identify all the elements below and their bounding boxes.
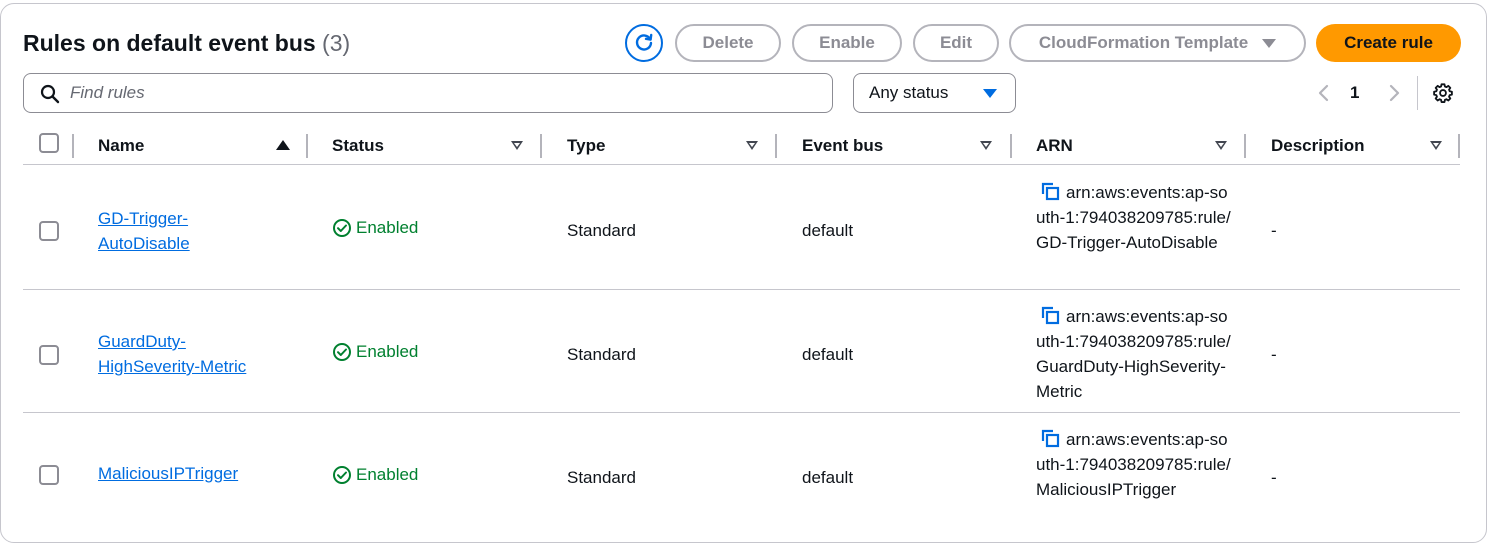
sort-ascending-icon[interactable]: [276, 140, 290, 150]
status-check-icon: [333, 466, 351, 484]
arn-text: arn:aws:events:ap-south-1:794038209785:r…: [1036, 430, 1231, 499]
column-divider: [1010, 134, 1012, 158]
enable-button[interactable]: Enable: [792, 24, 902, 62]
sort-descending-icon[interactable]: [980, 141, 992, 150]
rules-panel: Rules on default event bus (3) Delete En…: [0, 3, 1487, 543]
event-bus-cell: default: [802, 221, 854, 240]
refresh-button[interactable]: [625, 24, 663, 62]
type-cell: Standard: [567, 345, 636, 364]
column-header-type[interactable]: Type: [567, 136, 605, 156]
column-header-arn[interactable]: ARN: [1036, 136, 1073, 156]
chevron-left-icon[interactable]: [1315, 83, 1333, 103]
status-filter-value: Any status: [869, 83, 949, 102]
status-cell: Enabled: [332, 342, 418, 362]
table-row: MaliciousIPTrigger Enabled Standard defa…: [1, 413, 1488, 537]
row-checkbox[interactable]: [39, 465, 59, 485]
description-cell: -: [1271, 468, 1277, 487]
page-title: Rules on default event bus (3): [23, 30, 350, 57]
type-cell: Standard: [567, 221, 636, 240]
sort-descending-icon[interactable]: [511, 141, 523, 150]
cloudformation-template-button[interactable]: CloudFormation Template: [1009, 24, 1306, 62]
column-divider: [1458, 134, 1460, 158]
column-divider: [72, 134, 74, 158]
chevron-right-icon[interactable]: [1385, 83, 1403, 103]
search-field[interactable]: [23, 73, 833, 113]
arn-text: arn:aws:events:ap-south-1:794038209785:r…: [1036, 183, 1231, 252]
refresh-icon: [635, 33, 653, 51]
status-check-icon: [333, 219, 351, 237]
copy-icon[interactable]: [1040, 305, 1060, 325]
select-all-checkbox[interactable]: [39, 133, 59, 153]
column-divider: [540, 134, 542, 158]
sort-descending-icon[interactable]: [1215, 141, 1227, 150]
delete-button[interactable]: Delete: [675, 24, 781, 62]
current-page-number[interactable]: 1: [1350, 83, 1359, 103]
cloudformation-template-label: CloudFormation Template: [1038, 33, 1249, 52]
status-text: Enabled: [356, 218, 419, 237]
column-header-name[interactable]: Name: [98, 136, 144, 156]
description-cell: -: [1271, 345, 1277, 364]
event-bus-cell: default: [802, 345, 854, 364]
arn-cell: arn:aws:events:ap-south-1:794038209785:r…: [1036, 180, 1236, 255]
caret-down-icon: [1262, 38, 1277, 48]
row-checkbox[interactable]: [39, 221, 59, 241]
arn-cell: arn:aws:events:ap-south-1:794038209785:r…: [1036, 427, 1236, 502]
status-text: Enabled: [356, 342, 419, 361]
status-filter-select[interactable]: Any status: [853, 73, 1016, 113]
table-row: GuardDuty-HighSeverity-Metric Enabled St…: [1, 290, 1488, 412]
caret-down-icon: [983, 89, 997, 98]
rule-count: (3): [322, 30, 351, 56]
sort-descending-icon[interactable]: [746, 141, 758, 150]
arn-cell: arn:aws:events:ap-south-1:794038209785:r…: [1036, 304, 1236, 404]
copy-icon[interactable]: [1040, 181, 1060, 201]
arn-text: arn:aws:events:ap-south-1:794038209785:r…: [1036, 307, 1231, 401]
column-divider: [1244, 134, 1246, 158]
edit-button[interactable]: Edit: [913, 24, 999, 62]
table-row: GD-Trigger-AutoDisable Enabled Standard …: [1, 165, 1488, 289]
type-cell: Standard: [567, 468, 636, 487]
create-rule-button[interactable]: Create rule: [1316, 24, 1461, 62]
row-checkbox[interactable]: [39, 345, 59, 365]
description-cell: -: [1271, 221, 1277, 240]
search-input[interactable]: [68, 80, 808, 106]
column-header-description[interactable]: Description: [1271, 136, 1365, 156]
search-icon: [40, 84, 60, 104]
status-text: Enabled: [356, 465, 419, 484]
column-header-event-bus[interactable]: Event bus: [802, 136, 883, 156]
sort-descending-icon[interactable]: [1430, 141, 1442, 150]
pagination-divider: [1417, 76, 1418, 110]
title-text: Rules on default event bus: [23, 30, 316, 56]
column-divider: [775, 134, 777, 158]
rule-name-link[interactable]: GuardDuty-HighSeverity-Metric: [98, 329, 268, 379]
rule-name-link[interactable]: MaliciousIPTrigger: [98, 461, 278, 486]
event-bus-cell: default: [802, 468, 854, 487]
status-check-icon: [333, 343, 351, 361]
status-cell: Enabled: [332, 218, 418, 238]
rule-name-link[interactable]: GD-Trigger-AutoDisable: [98, 206, 218, 256]
column-header-status[interactable]: Status: [332, 136, 384, 156]
copy-icon[interactable]: [1040, 428, 1060, 448]
gear-icon[interactable]: [1432, 82, 1454, 104]
status-cell: Enabled: [332, 465, 418, 485]
column-divider: [306, 134, 308, 158]
